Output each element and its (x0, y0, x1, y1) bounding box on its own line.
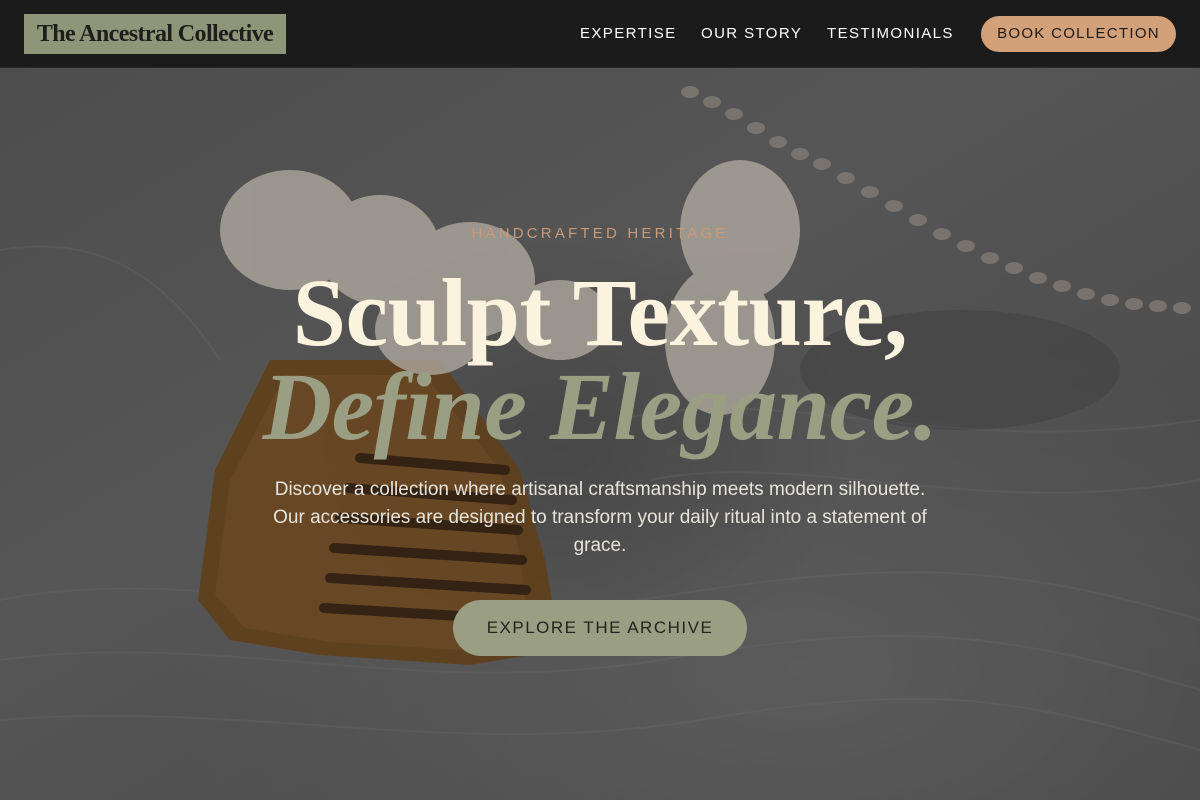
top-navigation-bar: The Ancestral Collective EXPERTISE OUR S… (0, 0, 1200, 68)
explore-archive-button[interactable]: EXPLORE THE ARCHIVE (453, 600, 747, 656)
nav-link-expertise[interactable]: EXPERTISE (580, 24, 677, 44)
hero-section: HANDCRAFTED HERITAGE Sculpt Texture, Def… (0, 68, 1200, 800)
brand-logo[interactable]: The Ancestral Collective (24, 14, 286, 54)
hero-eyebrow: HANDCRAFTED HERITAGE (471, 225, 729, 242)
hero-description: Discover a collection where artisanal cr… (273, 479, 927, 556)
nav-link-our-story[interactable]: OUR STORY (701, 24, 802, 44)
hero-headline-line2: Define Elegance. (262, 353, 938, 460)
book-collection-button[interactable]: BOOK COLLECTION (981, 16, 1176, 52)
nav-link-testimonials[interactable]: TESTIMONIALS (827, 24, 954, 44)
